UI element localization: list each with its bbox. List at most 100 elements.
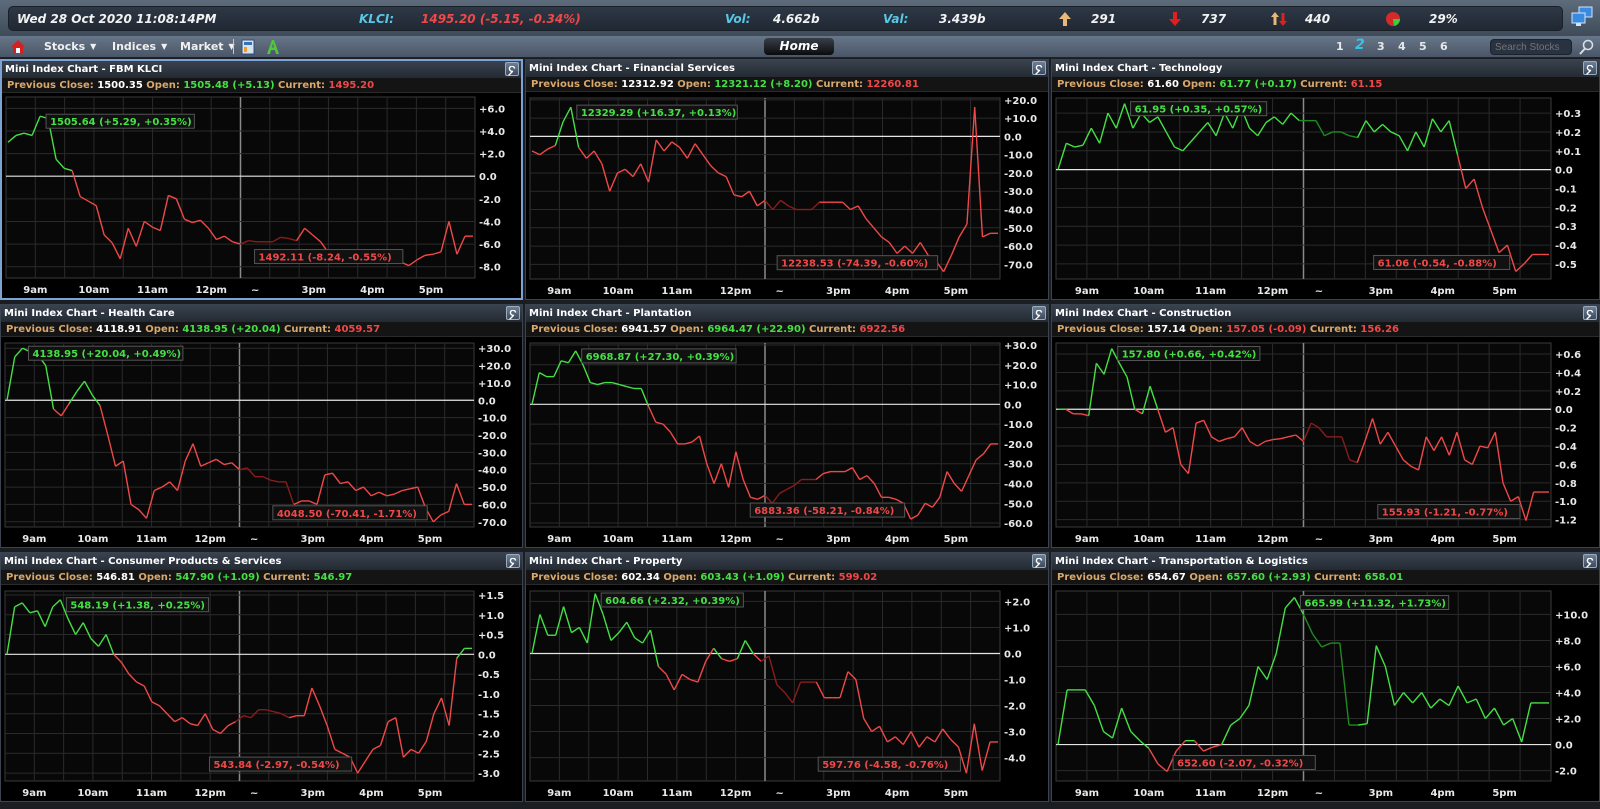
y-tick-label: +10.0 xyxy=(1004,114,1037,125)
x-tick-label: 9am xyxy=(547,286,571,297)
y-tick-label: +1.5 xyxy=(478,591,504,602)
y-tick-label: -70.0 xyxy=(1004,260,1033,271)
current-value: 6922.56 xyxy=(859,324,906,335)
house-icon[interactable] xyxy=(10,39,26,55)
y-tick-label: -10.0 xyxy=(1004,151,1033,162)
y-tick-label: -50.0 xyxy=(478,483,507,494)
wrench-settings-icon[interactable] xyxy=(1583,554,1597,568)
previous-close-label: Previous Close: xyxy=(7,80,98,91)
y-tick-label: -1.5 xyxy=(478,710,500,721)
menu-indices[interactable]: Indices ▼ xyxy=(112,40,167,53)
wrench-settings-icon[interactable] xyxy=(506,306,520,320)
low-annotation-label: 155.93 (-1.21, -0.77%) xyxy=(1382,508,1508,519)
x-tick-label: 11am xyxy=(661,534,692,545)
mini-index-chart-panel: Mini Index Chart - Property Previous Clos… xyxy=(525,552,1049,802)
font-a-icon[interactable] xyxy=(266,39,280,55)
y-tick-label: -4.0 xyxy=(1004,754,1026,765)
price-summary: Previous Close: 4118.91 Open: 4138.95 (+… xyxy=(1,322,522,337)
low-annotation-label: 543.84 (-2.97, -0.54%) xyxy=(213,760,339,771)
x-tick-label: 12pm xyxy=(194,534,226,545)
y-tick-label: +0.6 xyxy=(1555,350,1581,361)
page-tab-6[interactable]: 6 xyxy=(1440,40,1448,53)
page-tab-4[interactable]: 4 xyxy=(1398,40,1406,53)
current-label: Current: xyxy=(788,572,839,583)
previous-close-value: 157.14 xyxy=(1147,324,1190,335)
y-tick-label: +30.0 xyxy=(478,344,511,355)
wrench-settings-icon[interactable] xyxy=(1032,61,1046,75)
y-tick-label: -20.0 xyxy=(1004,440,1033,451)
y-tick-label: -0.1 xyxy=(1555,185,1577,196)
page-tab-2[interactable]: 2 xyxy=(1355,37,1365,53)
mini-index-chart-panel: Mini Index Chart - Construction Previous … xyxy=(1051,304,1600,548)
x-tick-label: 12pm xyxy=(194,788,226,799)
menu-stocks[interactable]: Stocks ▼ xyxy=(44,40,96,53)
low-annotation-label: 597.76 (-4.58, -0.76%) xyxy=(822,760,948,771)
wrench-settings-icon[interactable] xyxy=(506,554,520,568)
x-tick-label: 4pm xyxy=(359,788,384,799)
x-tick-label: 9am xyxy=(547,788,571,799)
panel-title: Mini Index Chart - Transportation & Logi… xyxy=(1052,553,1599,570)
y-tick-label: +1.0 xyxy=(478,611,504,622)
current-value: 546.97 xyxy=(313,572,353,583)
x-tick-label: 12pm xyxy=(195,285,227,296)
low-annotation-label: 12238.53 (-74.39, -0.60%) xyxy=(781,259,928,270)
previous-close-value: 602.34 xyxy=(621,572,664,583)
page-tab-1[interactable]: 1 xyxy=(1336,40,1344,53)
search-stocks-input[interactable] xyxy=(1490,39,1572,55)
open-label: Open: xyxy=(1182,79,1220,90)
x-tick-label: 12pm xyxy=(1257,788,1289,799)
y-tick-label: +10.0 xyxy=(1004,381,1037,392)
price-summary: Previous Close: 157.14 Open: 157.05 (-0.… xyxy=(1052,322,1599,337)
wrench-settings-icon[interactable] xyxy=(1032,306,1046,320)
open-value: 4138.95 (+20.04) xyxy=(182,324,285,335)
wrench-settings-icon[interactable] xyxy=(1583,61,1597,75)
current-value: 1495.20 xyxy=(328,80,375,91)
high-annotation-label: 6968.87 (+27.30, +0.39%) xyxy=(586,352,735,363)
calculator-icon[interactable] xyxy=(241,39,255,55)
page-tab-5[interactable]: 5 xyxy=(1419,40,1427,53)
chevron-down-icon: ▼ xyxy=(161,42,168,51)
y-tick-label: +10.0 xyxy=(478,379,511,390)
open-label: Open: xyxy=(138,572,176,583)
high-annotation-label: 604.66 (+2.32, +0.39%) xyxy=(605,596,740,607)
current-label: Current: xyxy=(263,572,314,583)
high-annotation-label: 61.95 (+0.35, +0.57%) xyxy=(1135,105,1263,116)
intraday-line-chart: +20.0 +10.0 0.0 -10.0 -20.0 -30.0 -40.0 -50.0 -6… xyxy=(529,96,1037,297)
y-tick-label: +2.0 xyxy=(479,150,505,161)
open-label: Open: xyxy=(670,324,708,335)
wrench-settings-icon[interactable] xyxy=(505,62,519,76)
search-icon[interactable] xyxy=(1578,39,1594,55)
open-label: Open: xyxy=(1189,324,1227,335)
x-tick-label: 10am xyxy=(77,788,108,799)
previous-close-value: 1500.35 xyxy=(97,80,147,91)
previous-close-label: Previous Close: xyxy=(1057,79,1148,90)
x-tick-label: 10am xyxy=(603,286,634,297)
y-tick-label: -30.0 xyxy=(1004,460,1033,471)
mini-index-chart-panel: Mini Index Chart - Transportation & Logi… xyxy=(1051,552,1600,802)
price-summary: Previous Close: 546.81 Open: 547.90 (+1.… xyxy=(1,570,522,585)
current-value: 12260.81 xyxy=(866,79,919,90)
y-tick-label: +20.0 xyxy=(1004,361,1037,372)
y-tick-label: +8.0 xyxy=(1555,636,1581,647)
y-tick-label: -8.0 xyxy=(479,263,501,274)
current-label: Current: xyxy=(1314,572,1365,583)
current-label: Current: xyxy=(1300,79,1351,90)
menu-market[interactable]: Market ▼ xyxy=(180,40,235,53)
y-tick-label: -50.0 xyxy=(1004,224,1033,235)
network-computers-icon[interactable] xyxy=(1570,6,1594,28)
home-button[interactable]: Home xyxy=(764,38,834,55)
wrench-settings-icon[interactable] xyxy=(1583,306,1597,320)
y-tick-label: -3.0 xyxy=(478,769,500,780)
x-tick-label: 9am xyxy=(23,285,47,296)
y-tick-label: -2.5 xyxy=(478,749,500,760)
x-tick-label: 4pm xyxy=(359,534,384,545)
page-tab-3[interactable]: 3 xyxy=(1377,40,1385,53)
low-annotation-label: 61.06 (-0.54, -0.88%) xyxy=(1378,258,1497,269)
y-tick-label: -0.2 xyxy=(1555,424,1577,435)
x-tick-label: 5pm xyxy=(1492,286,1517,297)
y-tick-label: -0.8 xyxy=(1555,479,1577,490)
open-label: Open: xyxy=(146,80,184,91)
y-tick-label: -10.0 xyxy=(1004,420,1033,431)
previous-close-label: Previous Close: xyxy=(6,324,97,335)
wrench-settings-icon[interactable] xyxy=(1032,554,1046,568)
